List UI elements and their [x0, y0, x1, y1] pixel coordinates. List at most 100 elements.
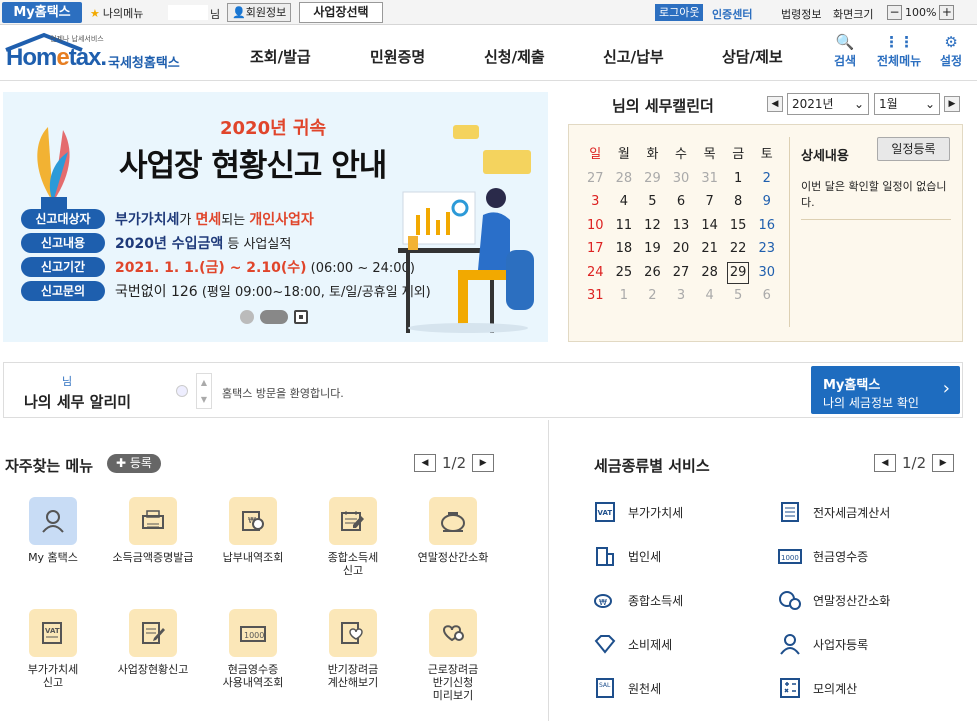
search-button[interactable]: 🔍 검색: [834, 34, 856, 69]
calendar-day[interactable]: 30: [752, 261, 781, 285]
tax-service-item[interactable]: 1000 현금영수증: [777, 543, 868, 569]
month-select[interactable]: 1월 ⌄: [874, 93, 940, 115]
favorite-menu-item[interactable]: 사업장현황신고: [103, 609, 203, 676]
calendar-day[interactable]: 22: [724, 237, 753, 261]
calendar-day[interactable]: 20: [667, 237, 696, 261]
calendar-day[interactable]: 28: [695, 261, 724, 285]
cert-center-link[interactable]: 인증센터: [712, 6, 752, 22]
schedule-register-button[interactable]: 일정등록: [877, 137, 950, 161]
hometax-logo[interactable]: 언제나 납세서비스 Hometax. 국세청홈택스: [4, 32, 189, 76]
calendar-day[interactable]: 7: [695, 190, 724, 214]
calendar-day[interactable]: 10: [581, 214, 610, 238]
calendar-day[interactable]: 5: [638, 190, 667, 214]
calendar-day[interactable]: 17: [581, 237, 610, 261]
calendar-day[interactable]: 27: [581, 167, 610, 191]
year-prev-button[interactable]: ◀: [767, 96, 783, 112]
logout-button[interactable]: 로그아웃: [655, 4, 704, 21]
my-tax-info-button[interactable]: My홈택스 나의 세금정보 확인 ›: [811, 366, 960, 414]
favorite-menu-item[interactable]: ₩ 납부내역조회: [203, 497, 303, 564]
favorite-menu-item[interactable]: 근로장려금 반기신청 미리보기: [403, 609, 503, 702]
calendar-day[interactable]: 11: [610, 214, 639, 238]
calendar-day[interactable]: 13: [667, 214, 696, 238]
banner-pause-button[interactable]: [294, 310, 308, 324]
calendar-day[interactable]: 6: [752, 284, 781, 308]
prev-page-button[interactable]: ◀: [414, 454, 436, 472]
arrow-down-icon[interactable]: ▼: [197, 391, 211, 408]
tax-service-item[interactable]: 모의계산: [777, 675, 857, 701]
calendar-day[interactable]: 19: [638, 237, 667, 261]
favorite-menu-item[interactable]: 연말정산간소화: [403, 497, 503, 564]
nav-filing[interactable]: 신고/납부: [603, 46, 664, 67]
alert-scroll[interactable]: ▲ ▼: [196, 373, 212, 409]
law-info-link[interactable]: 법령정보: [781, 6, 821, 22]
calendar-day[interactable]: 16: [752, 214, 781, 238]
favorite-menu-item[interactable]: 반기장려금 계산해보기: [303, 609, 403, 689]
month-next-button[interactable]: ▶: [944, 96, 960, 112]
calendar-day[interactable]: 12: [638, 214, 667, 238]
calendar-day[interactable]: 9: [752, 190, 781, 214]
nav-inquiry[interactable]: 조회/발급: [250, 46, 311, 67]
calendar-day[interactable]: 18: [610, 237, 639, 261]
calendar-day[interactable]: 29: [638, 167, 667, 191]
calendar-day[interactable]: 26: [638, 261, 667, 285]
my-hometax-button[interactable]: My홈택스: [2, 2, 82, 23]
calendar-day[interactable]: 4: [695, 284, 724, 308]
zoom-out-button[interactable]: −: [887, 5, 902, 20]
arrow-up-icon[interactable]: ▲: [197, 374, 211, 391]
banner-dot-active[interactable]: [260, 310, 288, 324]
favorites-register-button[interactable]: ✚ 등록: [107, 454, 161, 473]
settings-button[interactable]: ⚙ 설정: [940, 34, 962, 69]
promo-banner[interactable]: 2020년 귀속 사업장 현황신고 안내 신고대상자 부가가치세가 면세되는 개…: [3, 92, 548, 342]
member-info-button[interactable]: 👤회원정보: [227, 3, 292, 22]
next-page-button[interactable]: ▶: [472, 454, 495, 472]
prev-page-button[interactable]: ◀: [874, 454, 896, 472]
year-select[interactable]: 2021년 ⌄: [787, 93, 869, 115]
calendar-day[interactable]: 2: [638, 284, 667, 308]
favorite-menu-item[interactable]: 1000 현금영수증 사용내역조회: [203, 609, 303, 689]
business-select-button[interactable]: 사업장선택: [299, 2, 383, 23]
calendar-day[interactable]: 2: [752, 167, 781, 191]
nav-certificate[interactable]: 민원증명: [370, 46, 425, 67]
calendar-day[interactable]: 31: [581, 284, 610, 308]
calendar-day[interactable]: 15: [724, 214, 753, 238]
calendar-day[interactable]: 3: [581, 190, 610, 214]
tax-service-item[interactable]: VAT 부가가치세: [592, 499, 683, 525]
favorite-menu-item[interactable]: 종합소득세 신고: [303, 497, 403, 577]
tax-service-item[interactable]: 연말정산간소화: [777, 587, 890, 613]
nav-consult[interactable]: 상담/제보: [722, 46, 783, 67]
calendar-day[interactable]: 23: [752, 237, 781, 261]
calendar-day[interactable]: 24: [581, 261, 610, 285]
favorite-menu-item[interactable]: VAT 부가가치세 신고: [3, 609, 103, 689]
tax-service-item[interactable]: 소비제세: [592, 631, 672, 657]
calendar-day[interactable]: 30: [667, 167, 696, 191]
calendar-day[interactable]: 25: [610, 261, 639, 285]
zoom-in-button[interactable]: +: [939, 5, 955, 20]
banner-dot[interactable]: [240, 310, 254, 324]
tax-service-item[interactable]: ₩ 종합소득세: [592, 587, 683, 613]
calendar-day[interactable]: 5: [724, 284, 753, 308]
all-menu-button[interactable]: ⋮⋮ 전체메뉴: [877, 34, 921, 69]
next-page-button[interactable]: ▶: [932, 454, 955, 472]
calendar-day[interactable]: 4: [610, 190, 639, 214]
tax-service-item[interactable]: SAL 원천세: [592, 675, 661, 701]
alert-indicator[interactable]: [176, 385, 188, 397]
favorite-menu-item[interactable]: 소득금액증명발급: [103, 497, 203, 564]
tax-service-item[interactable]: 사업자등록: [777, 631, 868, 657]
calendar-day[interactable]: 27: [667, 261, 696, 285]
calendar-day[interactable]: 3: [667, 284, 696, 308]
calendar-day[interactable]: 1: [724, 167, 753, 191]
piggy-icon: [429, 497, 477, 545]
calendar-day[interactable]: 6: [667, 190, 696, 214]
tax-service-item[interactable]: 전자세금계산서: [777, 499, 890, 525]
my-menu-link[interactable]: ★ 나의메뉴: [90, 5, 143, 21]
favorite-menu-item[interactable]: My 홈택스: [3, 497, 103, 564]
tax-service-item[interactable]: 법인세: [592, 543, 661, 569]
calendar-day[interactable]: 1: [610, 284, 639, 308]
nav-application[interactable]: 신청/제출: [484, 46, 545, 67]
calendar-day[interactable]: 31: [695, 167, 724, 191]
calendar-day[interactable]: 21: [695, 237, 724, 261]
calendar-day[interactable]: 28: [610, 167, 639, 191]
calendar-day[interactable]: 14: [695, 214, 724, 238]
calendar-day[interactable]: 8: [724, 190, 753, 214]
calendar-day-today[interactable]: 29: [724, 261, 753, 285]
